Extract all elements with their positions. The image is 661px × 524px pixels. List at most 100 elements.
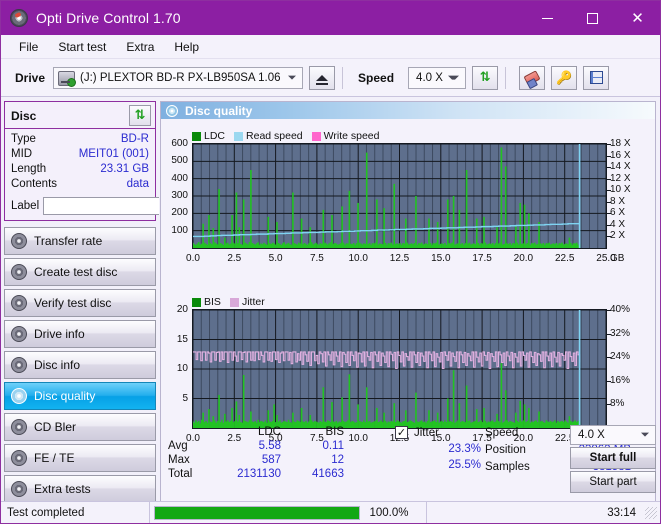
x-axis-tick: 15.0: [431, 253, 451, 264]
progress-bar: [154, 505, 360, 520]
disc-length-value: 23.31 GB: [100, 163, 149, 175]
drive-select-value: (J:) PLEXTOR BD-R PX-LB950SA 1.06: [80, 71, 281, 84]
disc-icon: [11, 388, 27, 404]
test-speed-select[interactable]: 4.0 X: [570, 425, 656, 445]
sidebar-item-disc-quality[interactable]: Disc quality: [4, 382, 156, 410]
close-icon[interactable]: ✕: [615, 1, 660, 35]
sidebar-item-extra-tests[interactable]: Extra tests: [4, 475, 156, 503]
x-axis-tick: 10.0: [348, 253, 368, 264]
disc-row-contents: Contents data: [11, 177, 149, 192]
refresh-button[interactable]: ⇅: [472, 65, 499, 90]
x-axis-label: GB: [610, 253, 625, 264]
sidebar-item-drive-info[interactable]: Drive info: [4, 320, 156, 348]
start-full-button[interactable]: Start full: [570, 447, 656, 469]
samples-key: Samples: [485, 461, 530, 473]
chevron-down-icon: [448, 75, 460, 80]
y2-axis-tick: 14 X: [610, 161, 631, 173]
disc-group-title: Disc: [11, 108, 37, 123]
start-part-button[interactable]: Start part: [570, 471, 656, 493]
disc-fields: Type BD-R MID MEIT01 (001) Length 23.31 …: [5, 129, 248, 216]
minimize-icon[interactable]: [525, 1, 570, 35]
disc-icon: [11, 419, 27, 435]
stats-row-total: Total: [168, 468, 193, 480]
y-axis-tick: 600: [171, 138, 188, 149]
sidebar-item-fe-te[interactable]: FE / TE: [4, 444, 156, 472]
sidebar-item-create-test-disc[interactable]: Create test disc: [4, 258, 156, 286]
sidebar-item-label: Drive info: [34, 327, 85, 341]
ldc-chart: [192, 143, 607, 249]
stats-col-bis: BIS: [325, 426, 344, 438]
key-button[interactable]: 🔑: [551, 65, 578, 90]
position-key: Position: [485, 444, 526, 456]
sidebar-item-disc-info[interactable]: Disc info: [4, 351, 156, 379]
x-axis-tick: 17.5: [472, 253, 492, 264]
sidebar-item-transfer-rate[interactable]: Transfer rate: [4, 227, 156, 255]
status-bar: Test completed 100.0% 33:14: [1, 501, 660, 523]
jitter-max-value: 25.5%: [448, 459, 481, 471]
menu-bar: File Start test Extra Help: [1, 35, 660, 59]
disc-group-header: Disc ⇅: [5, 104, 155, 129]
y2-axis-tick: 8 X: [610, 195, 626, 207]
save-button[interactable]: [583, 65, 610, 90]
stats-area: LDC BIS Avg 5.58 0.11 Max 587 12 Total 2…: [163, 425, 656, 493]
legend-swatch: [192, 297, 201, 307]
y2-axis-tick: 40%: [610, 304, 631, 315]
resize-grip-icon[interactable]: [645, 506, 657, 519]
x-axis-tick: 20.0: [513, 253, 534, 264]
y-axis-tick: 10: [176, 363, 188, 374]
y2-axis-tickmark: [607, 224, 611, 226]
sidebar-item-label: Extra tests: [34, 482, 91, 496]
legend-label: Jitter: [241, 296, 265, 308]
y2-axis-tick: 16%: [610, 374, 631, 386]
app-window: Opti Drive Control 1.70 ✕ File Start tes…: [0, 0, 661, 524]
x-axis-tick: 0.0: [186, 253, 200, 264]
stats-bis-max: 12: [331, 454, 344, 466]
legend-label: Write speed: [323, 130, 380, 142]
speed-select[interactable]: 4.0 X: [408, 66, 467, 89]
sidebar-item-verify-test-disc[interactable]: Verify test disc: [4, 289, 156, 317]
drive-select[interactable]: (J:) PLEXTOR BD-R PX-LB950SA 1.06: [53, 66, 304, 89]
drive-label: Drive: [15, 70, 46, 85]
y2-axis-tickmark: [607, 178, 611, 180]
y-axis-tick: 15: [176, 333, 188, 345]
close-glyph: ✕: [631, 8, 644, 27]
legend-label: LDC: [204, 130, 226, 142]
disc-type-label: Type: [11, 133, 36, 145]
erase-button[interactable]: [519, 65, 546, 90]
y2-axis-tickmark: [607, 167, 611, 169]
x-axis-tick: 2.5: [227, 253, 242, 264]
x-axis-tick: 12.5: [389, 253, 410, 264]
disc-row-length: Length 23.31 GB: [11, 162, 149, 177]
disc-refresh-button[interactable]: ⇅: [129, 105, 151, 126]
menu-item-extra[interactable]: Extra: [117, 38, 163, 56]
chevron-down-icon: [288, 75, 297, 80]
sidebar-nav: Transfer rate Create test disc Verify te…: [4, 227, 156, 503]
sidebar-item-cd-bler[interactable]: CD Bler: [4, 413, 156, 441]
maximize-icon[interactable]: [570, 1, 615, 35]
y-axis-tick: 400: [171, 172, 188, 184]
disc-row-type: Type BD-R: [11, 132, 149, 147]
y2-axis-tick: 10 X: [610, 184, 631, 196]
x-axis-tick: 5.0: [268, 253, 283, 264]
refresh-icon: ⇅: [134, 108, 146, 123]
key-icon: 🔑: [555, 69, 573, 85]
menu-item-start-test[interactable]: Start test: [49, 38, 115, 56]
y2-axis-tick: 12 X: [610, 172, 631, 184]
menu-item-file[interactable]: File: [10, 38, 47, 56]
chart-legend: BIS Jitter: [192, 296, 271, 308]
y2-axis-tickmark: [607, 404, 611, 406]
disc-group: Disc ⇅ Type BD-R MID MEIT01 (001) Length…: [4, 101, 248, 221]
panel-header: Disc quality: [161, 102, 655, 119]
jitter-checkbox[interactable]: ✓: [395, 426, 408, 439]
window-title: Opti Drive Control 1.70: [36, 10, 181, 26]
sidebar-item-label: Disc quality: [34, 389, 96, 403]
stats-row-max: Max: [168, 454, 190, 466]
eject-button[interactable]: [309, 65, 336, 90]
eject-icon: [316, 74, 329, 85]
y2-axis-tickmark: [607, 333, 611, 335]
floppy-save-icon: [589, 71, 603, 84]
stats-bis-avg: 0.11: [322, 440, 344, 452]
menu-item-help[interactable]: Help: [165, 38, 208, 56]
sidebar-item-label: CD Bler: [34, 420, 77, 434]
legend-swatch: [229, 297, 239, 307]
